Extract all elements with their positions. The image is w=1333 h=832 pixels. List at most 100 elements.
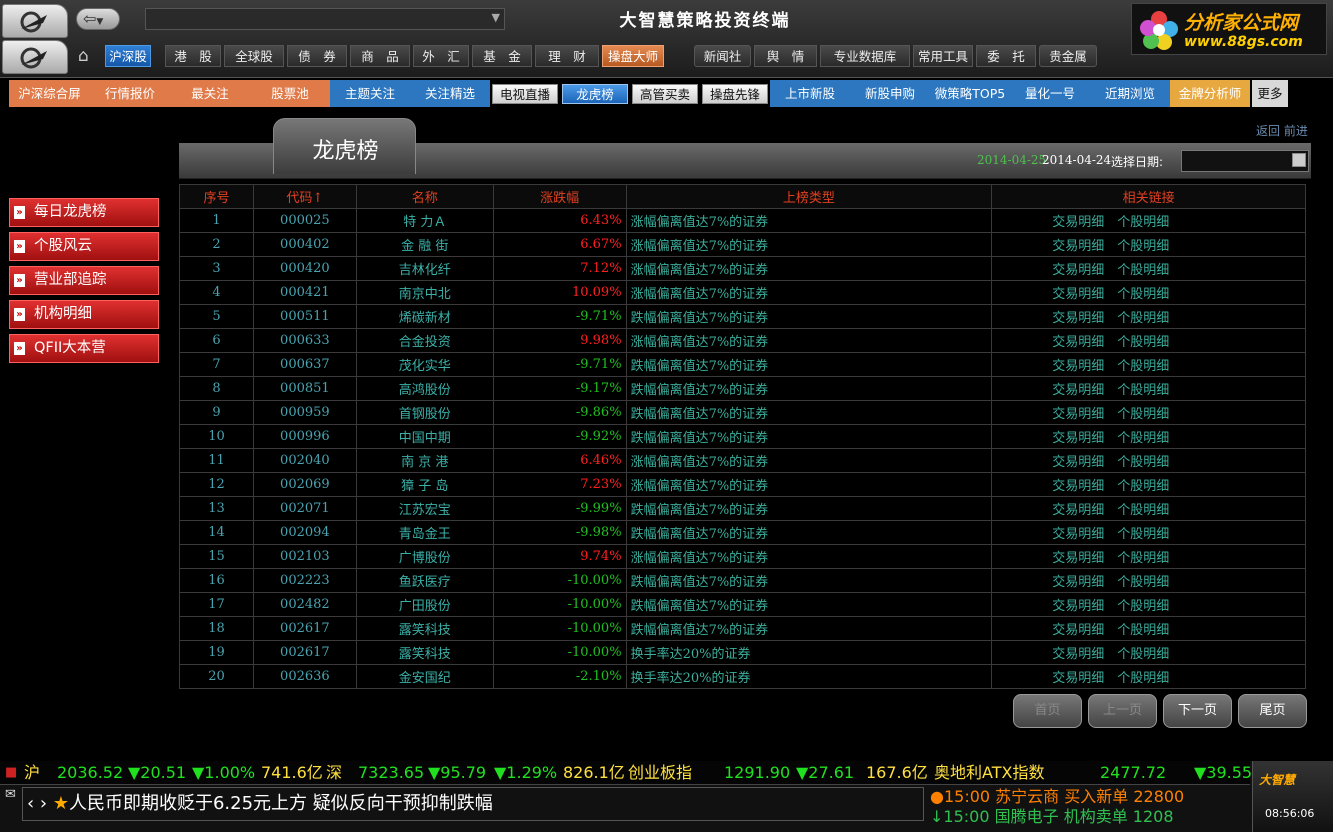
toolbar-tools[interactable]: 常用工具 [913,45,973,67]
cell-name[interactable]: 金 融 街 [355,232,494,257]
cell-code[interactable]: 002069 [252,472,357,497]
table-row[interactable]: 7 000637 茂化实华 -9.71% 跌幅偏离值达7%的证券 交易明细 个股明细 [179,352,1306,377]
address-combo[interactable]: ▼ [145,8,505,30]
table-row[interactable]: 12 002069 獐 子 岛 7.23% 涨幅偏离值达7%的证券 交易明细 个股明细 [179,472,1306,497]
cell-code[interactable]: 000637 [252,352,357,377]
date-link-2[interactable]: 2014-04-24 [1042,153,1111,167]
header-name[interactable]: 名称 [355,184,494,209]
header-code[interactable]: 代码↑ [252,184,357,209]
trade-detail-link[interactable]: 交易明细 [1052,215,1104,230]
deal-item[interactable]: ●15:00 苏宁云商 买入新单 22800 [930,787,1248,807]
table-row[interactable]: 11 002040 南 京 港 6.46% 涨幅偏离值达7%的证券 交易明细 个股明细 [179,448,1306,473]
trade-detail-link[interactable]: 交易明细 [1052,239,1104,254]
cell-name[interactable]: 吉林化纤 [355,256,494,281]
stock-detail-link[interactable]: 个股明细 [1117,479,1169,494]
stock-detail-link[interactable]: 个股明细 [1117,455,1169,470]
stock-detail-link[interactable]: 个股明细 [1117,383,1169,398]
cell-name[interactable]: 广田股份 [355,592,494,617]
table-row[interactable]: 4 000421 南京中北 10.09% 涨幅偏离值达7%的证券 交易明细 个股明细 [179,280,1306,305]
stock-detail-link[interactable]: 个股明细 [1117,239,1169,254]
cell-name[interactable]: 青岛金王 [355,520,494,545]
toolbar-entrust[interactable]: 委 托 [976,45,1036,67]
table-row[interactable]: 16 002223 鱼跃医疗 -10.00% 跌幅偏离值达7%的证券 交易明细 个股明细 [179,568,1306,593]
cell-code[interactable]: 002040 [252,448,357,473]
table-row[interactable]: 14 002094 青岛金王 -9.98% 跌幅偏离值达7%的证券 交易明细 个股明细 [179,520,1306,545]
cell-code[interactable]: 000420 [252,256,357,281]
cell-code[interactable]: 000851 [252,376,357,401]
toolbar-finance[interactable]: 理 财 [535,45,599,67]
table-row[interactable]: 2 000402 金 融 街 6.67% 涨幅偏离值达7%的证券 交易明细 个股明细 [179,232,1306,257]
subnav-quotes[interactable]: 行情报价 [90,80,170,107]
trade-detail-link[interactable]: 交易明细 [1052,455,1104,470]
trade-detail-link[interactable]: 交易明细 [1052,599,1104,614]
trade-detail-link[interactable]: 交易明细 [1052,359,1104,374]
prev-page-button[interactable]: 上一页 [1088,694,1157,728]
table-row[interactable]: 8 000851 高鸿股份 -9.17% 跌幅偏离值达7%的证券 交易明细 个股明细 [179,376,1306,401]
table-row[interactable]: 6 000633 合金投资 9.98% 涨幅偏离值达7%的证券 交易明细 个股明细 [179,328,1306,353]
subnav-recent[interactable]: 近期浏览 [1090,80,1170,107]
menu-institution[interactable]: » 机构明细 [9,300,159,329]
trade-detail-link[interactable]: 交易明细 [1052,335,1104,350]
trade-detail-link[interactable]: 交易明细 [1052,551,1104,566]
subnav-newlisting[interactable]: 上市新股 [770,80,850,107]
toolbar-fund[interactable]: 基 金 [472,45,532,67]
header-change[interactable]: 涨跌幅 [492,184,627,209]
stock-detail-link[interactable]: 个股明细 [1117,311,1169,326]
deal-item[interactable]: ↓15:00 国腾电子 机构卖单 1208 [930,807,1248,827]
trade-detail-link[interactable]: 交易明细 [1052,575,1104,590]
subnav-dragon-tiger[interactable]: 龙虎榜 [562,84,628,104]
cell-name[interactable]: 金安国纪 [355,664,494,689]
stock-detail-link[interactable]: 个股明细 [1117,431,1169,446]
index-ticker[interactable]: ■ 沪 2036.52 ▼20.51 ▼1.00% 741.6亿 深 7323.… [0,761,1252,785]
cell-name[interactable]: 广博股份 [355,544,494,569]
nav-arrows-icon[interactable]: ‹ › [27,793,53,814]
subnav-overview[interactable]: 沪深综合屏 [9,80,90,107]
subnav-quant[interactable]: 量化一号 [1010,80,1090,107]
table-row[interactable]: 19 002617 露笑科技 -10.00% 换手率达20%的证券 交易明细 个股明细 [179,640,1306,665]
table-row[interactable]: 17 002482 广田股份 -10.00% 跌幅偏离值达7%的证券 交易明细 个股明细 [179,592,1306,617]
cell-name[interactable]: 烯碳新材 [355,304,494,329]
first-page-button[interactable]: 首页 [1013,694,1082,728]
cell-code[interactable]: 002617 [252,616,357,641]
toolbar-metal[interactable]: 贵金属 [1039,45,1097,67]
cell-name[interactable]: 特 力Ａ [355,208,494,233]
cell-code[interactable]: 002103 [252,544,357,569]
stock-detail-link[interactable]: 个股明细 [1117,575,1169,590]
subnav-tv[interactable]: 电视直播 [492,84,558,104]
trade-detail-link[interactable]: 交易明细 [1052,431,1104,446]
toolbar-database[interactable]: 专业数据库 [820,45,910,67]
subnav-more[interactable]: 更多 [1252,80,1288,107]
cell-name[interactable]: 南京中北 [355,280,494,305]
deal-feed[interactable]: ●15:00 苏宁云商 买入新单 22800 ↓15:00 国腾电子 机构卖单 … [930,787,1248,831]
table-row[interactable]: 1 000025 特 力Ａ 6.43% 涨幅偏离值达7%的证券 交易明细 个股明细 [179,208,1306,233]
stock-detail-link[interactable]: 个股明细 [1117,671,1169,686]
calendar-icon[interactable] [1292,153,1306,167]
nav-back-button[interactable]: ⇦▼ [76,8,120,30]
cell-code[interactable]: 002071 [252,496,357,521]
table-row[interactable]: 15 002103 广博股份 9.74% 涨幅偏离值达7%的证券 交易明细 个股明细 [179,544,1306,569]
stock-detail-link[interactable]: 个股明细 [1117,599,1169,614]
cell-name[interactable]: 高鸿股份 [355,376,494,401]
stock-detail-link[interactable]: 个股明细 [1117,215,1169,230]
toolbar-hk[interactable]: 港 股 [165,45,221,67]
mail-icon[interactable]: ✉ [5,787,16,802]
header-no[interactable]: 序号 [179,184,254,209]
news-headline[interactable]: 人民币即期收贬于6.25元上方 疑似反向干预抑制跌幅 [69,793,493,814]
trade-detail-link[interactable]: 交易明细 [1052,407,1104,422]
toolbar-global[interactable]: 全球股 [224,45,284,67]
table-row[interactable]: 20 002636 金安国纪 -2.10% 换手率达20%的证券 交易明细 个股明细 [179,664,1306,689]
header-type[interactable]: 上榜类型 [625,184,993,209]
cell-name[interactable]: 茂化实华 [355,352,494,377]
cell-code[interactable]: 000421 [252,280,357,305]
dropdown-arrow-icon[interactable]: ▼ [492,11,500,24]
cell-code[interactable]: 002094 [252,520,357,545]
trade-detail-link[interactable]: 交易明细 [1052,527,1104,542]
table-row[interactable]: 13 002071 江苏宏宝 -9.99% 跌幅偏离值达7%的证券 交易明细 个股明细 [179,496,1306,521]
cell-code[interactable]: 002617 [252,640,357,665]
trade-detail-link[interactable]: 交易明细 [1052,503,1104,518]
stock-detail-link[interactable]: 个股明细 [1117,407,1169,422]
toolbar-forex[interactable]: 外 汇 [413,45,469,67]
subnav-pioneer[interactable]: 操盘先锋 [702,84,768,104]
cell-code[interactable]: 000633 [252,328,357,353]
app-logo-tab-2[interactable] [2,40,68,74]
